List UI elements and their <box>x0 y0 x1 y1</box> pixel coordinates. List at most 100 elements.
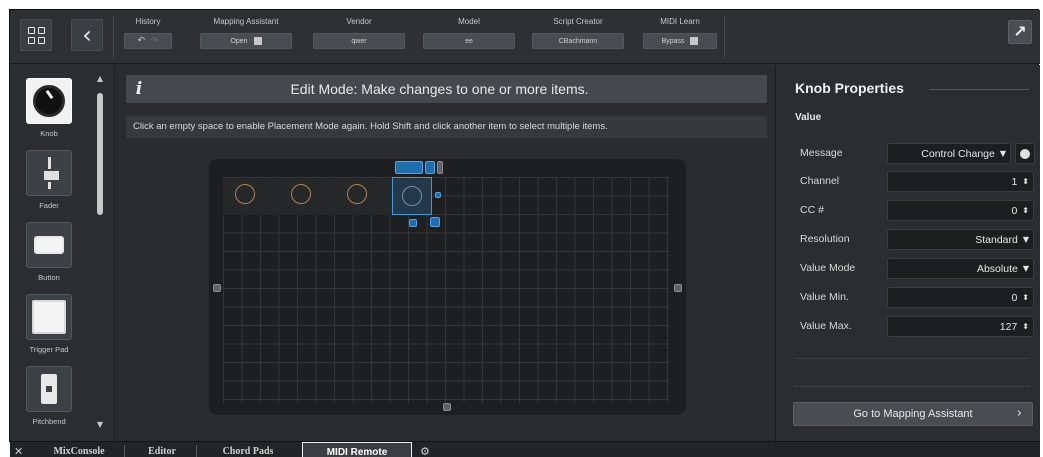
selected-knob-box[interactable] <box>392 177 432 215</box>
surface-knob[interactable] <box>291 184 311 204</box>
prop-label: Message <box>800 147 843 159</box>
prop-row-resolution: Resolution Standard ▼ <box>800 229 1036 251</box>
surface-knob[interactable] <box>347 184 367 204</box>
divider <box>794 358 1030 359</box>
resize-handle[interactable] <box>430 217 440 227</box>
tab-divider <box>124 445 125 457</box>
vendor-label: Vendor <box>346 17 372 26</box>
divider <box>794 386 1030 387</box>
palette-item-knob[interactable]: Knob <box>18 75 80 143</box>
undo-icon[interactable]: ↶ <box>137 36 145 46</box>
edit-mode-banner: i Edit Mode: Make changes to one or more… <box>126 75 767 103</box>
divider <box>929 89 1029 90</box>
canvas-resize-handle-bottom[interactable] <box>443 403 451 411</box>
prop-row-channel: Channel 1 ⬍ <box>800 171 1036 193</box>
script-creator-group: Script Creator CBachmann <box>532 15 624 59</box>
palette-item-pitchbend[interactable]: Pitchbend <box>18 363 80 431</box>
surface-knob[interactable] <box>235 184 255 204</box>
selected-knob[interactable] <box>402 186 422 206</box>
script-creator-label: Script Creator <box>553 17 603 26</box>
vendor-group: Vendor qwer <box>313 15 405 59</box>
prop-value: 1 <box>1011 175 1018 188</box>
midi-learn-record-button[interactable] <box>1015 143 1035 164</box>
surface-editor: i Edit Mode: Make changes to one or more… <box>116 65 774 441</box>
canvas-resize-handle-left[interactable] <box>213 284 221 292</box>
tab-divider <box>196 445 197 457</box>
palette-item-label: Pitchbend <box>32 417 66 426</box>
vendor-field[interactable]: qwer <box>313 33 405 49</box>
palette-item-label: Knob <box>40 129 58 138</box>
chevron-up-icon[interactable]: ▲ <box>94 73 106 85</box>
mapping-assistant-open-button[interactable]: Open <box>200 33 292 49</box>
edit-mode-hint: Click an empty space to enable Placement… <box>126 116 767 138</box>
back-button[interactable]: ‹ <box>71 19 103 51</box>
lower-zone-tabs: ✕ MixConsole Editor Chord Pads MIDI Remo… <box>10 441 1040 457</box>
tab-editor[interactable]: Editor <box>132 442 192 457</box>
palette-item-fader[interactable]: Fader <box>18 147 80 215</box>
tab-chord-pads[interactable]: Chord Pads <box>206 442 290 457</box>
prop-row-value-max: Value Max. 127 ⬍ <box>800 316 1036 338</box>
history-controls: ↶ ↷ <box>124 33 172 49</box>
prop-label: Value Mode <box>800 262 856 274</box>
close-icon[interactable]: ✕ <box>14 442 26 457</box>
prop-row-value-min: Value Min. 0 ⬍ <box>800 287 1036 309</box>
palette-item-label: Trigger Pad <box>29 345 69 354</box>
model-label: Model <box>458 17 480 26</box>
prop-label: Value Min. <box>800 291 849 303</box>
value-min-stepper[interactable]: 0 ⬍ <box>887 287 1034 308</box>
value-mode-select[interactable]: Absolute ▼ <box>887 258 1034 279</box>
stepper-icon: ⬍ <box>1022 177 1029 186</box>
chevron-right-icon: › <box>1016 406 1022 421</box>
toolbar-divider <box>724 16 725 58</box>
pitchbend-icon <box>26 366 72 412</box>
resize-handle[interactable] <box>435 192 441 198</box>
stepper-icon: ⬍ <box>1022 206 1029 215</box>
midi-remote-window: ‹ History ↶ ↷ Mapping Assistant Open Ven… <box>9 9 1040 457</box>
toolbar-divider <box>113 16 114 58</box>
resize-handle[interactable] <box>409 219 417 227</box>
midi-learn-group: MIDI Learn Bypass <box>643 15 717 59</box>
knob-icon <box>26 78 72 124</box>
cc-number-stepper[interactable]: 0 ⬍ <box>887 200 1034 221</box>
palette-scrollbar[interactable]: ▲ ▼ <box>94 73 106 431</box>
model-group: Model ee <box>423 15 515 59</box>
layout-grid-button[interactable] <box>20 19 52 51</box>
expand-window-button[interactable]: ↗ <box>1008 20 1032 44</box>
chevron-left-icon: ‹ <box>82 21 92 49</box>
redo-icon[interactable]: ↷ <box>151 36 159 46</box>
model-field[interactable]: ee <box>423 33 515 49</box>
value-max-stepper[interactable]: 127 ⬍ <box>887 316 1034 337</box>
handle[interactable] <box>437 161 443 174</box>
trigger-pad-icon <box>26 294 72 340</box>
midi-learn-value: Bypass <box>661 37 685 45</box>
tab-midi-remote[interactable]: MIDI Remote <box>302 442 412 457</box>
palette-item-trigger-pad[interactable]: Trigger Pad <box>18 291 80 359</box>
dropdown-arrow-icon: ▼ <box>1022 264 1029 273</box>
arrow-up-right-icon: ↗ <box>1013 22 1027 41</box>
gear-icon[interactable]: ⚙ <box>420 442 434 457</box>
properties-panel: Knob Properties Value Message Control Ch… <box>775 65 1040 441</box>
delete-icon[interactable] <box>425 161 435 174</box>
properties-section-title: Value <box>795 112 822 123</box>
scrollbar-thumb[interactable] <box>97 93 103 215</box>
palette-item-button[interactable]: Button <box>18 219 80 287</box>
dropdown-arrow-icon: ▼ <box>999 149 1006 158</box>
dropdown-arrow-icon: ▼ <box>1022 235 1029 244</box>
canvas-resize-handle-right[interactable] <box>674 284 682 292</box>
go-to-mapping-assistant-button[interactable]: Go to Mapping Assistant › <box>793 402 1033 426</box>
resolution-select[interactable]: Standard ▼ <box>887 229 1034 250</box>
prop-value: Absolute <box>976 262 1018 275</box>
chevron-down-icon[interactable]: ▼ <box>94 419 106 431</box>
align-icon[interactable] <box>395 161 423 174</box>
message-select[interactable]: Control Change ▼ <box>887 143 1011 164</box>
script-creator-field[interactable]: CBachmann <box>532 33 624 49</box>
prop-value: 0 <box>1011 291 1018 304</box>
tab-mixconsole[interactable]: MixConsole <box>38 442 120 457</box>
prop-value: 127 <box>999 320 1018 333</box>
stepper-icon: ⬍ <box>1022 293 1029 302</box>
midi-learn-bypass-button[interactable]: Bypass <box>643 33 717 49</box>
prop-value: Control Change <box>921 147 995 160</box>
controller-surface-canvas[interactable] <box>209 159 686 415</box>
prop-row-cc: CC # 0 ⬍ <box>800 200 1036 222</box>
channel-stepper[interactable]: 1 ⬍ <box>887 171 1034 192</box>
